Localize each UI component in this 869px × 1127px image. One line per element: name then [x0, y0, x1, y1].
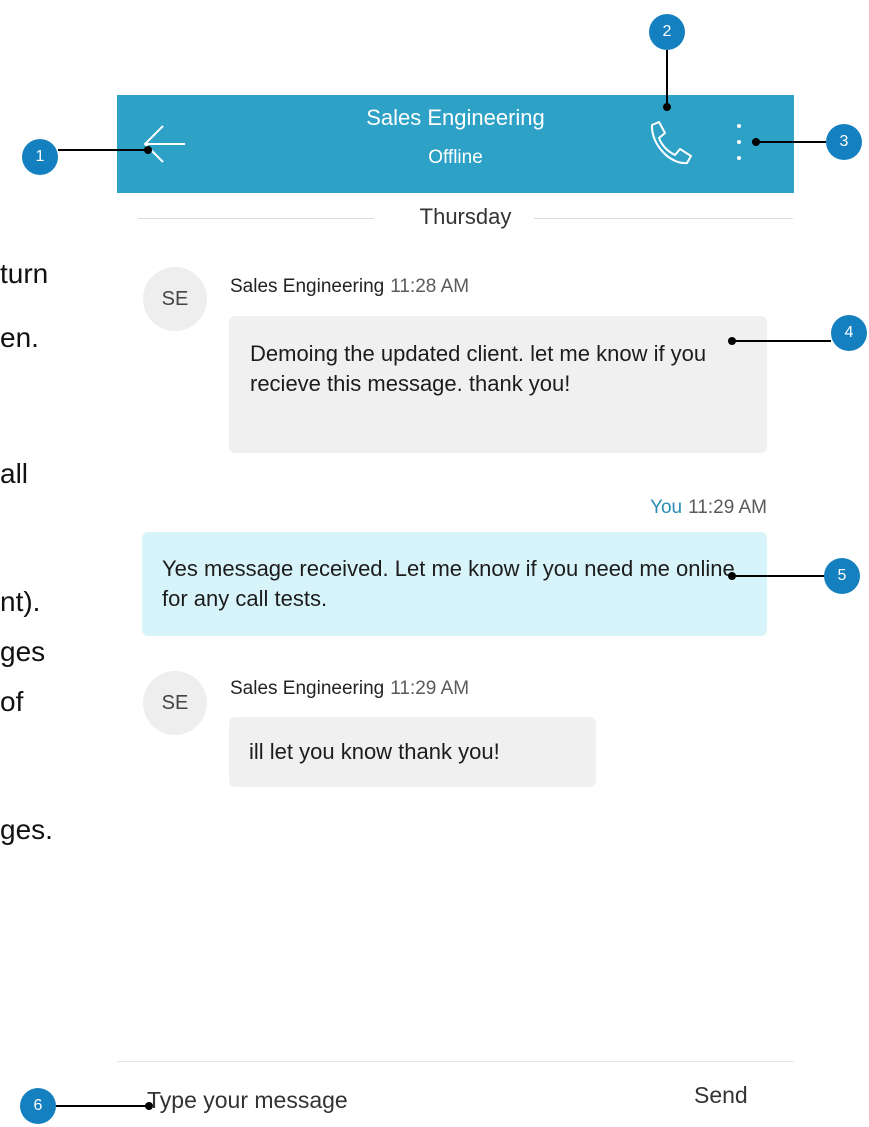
chat-header: Sales Engineering Offline — [117, 95, 794, 193]
side-text-fragment: en. — [0, 322, 39, 353]
callout-dot — [728, 337, 736, 345]
callout-leader — [757, 141, 826, 143]
callout-badge: 4 — [831, 315, 867, 351]
message-bubble-own[interactable]: Yes message received. Let me know if you… — [142, 532, 767, 636]
side-text-fragment: ges — [0, 636, 46, 667]
side-text-fragment: ges. — [0, 814, 53, 845]
message-time: 11:28 AM — [390, 276, 470, 297]
message-bubble[interactable]: ill let you know thank you! — [229, 717, 596, 787]
callout-leader — [733, 575, 824, 577]
day-separator: Thursday — [138, 204, 793, 232]
callout-leader — [56, 1105, 150, 1107]
callout-badge: 5 — [824, 558, 860, 594]
sender-name: Sales Engineering — [230, 276, 385, 297]
side-text-fragment: turn — [0, 258, 49, 289]
sender-name: Sales Engineering — [230, 678, 385, 699]
callout-leader — [58, 149, 148, 151]
avatar[interactable]: SE — [143, 267, 207, 331]
callout-dot — [663, 103, 671, 111]
side-text-fragment: of — [0, 686, 24, 717]
message-meta: You 11:29 AM — [612, 497, 767, 519]
callout-badge: 2 — [649, 14, 685, 50]
phone-icon[interactable] — [643, 117, 695, 169]
divider — [117, 1061, 794, 1062]
send-button[interactable]: Send — [694, 1082, 748, 1109]
side-text-fragment: all — [0, 458, 29, 489]
message-meta: Sales Engineering 11:28 AM — [230, 276, 469, 298]
message-time: 11:29 AM — [390, 678, 470, 699]
divider — [534, 218, 793, 219]
side-text-fragment: nt). — [0, 586, 41, 617]
callout-badge: 6 — [20, 1088, 56, 1124]
day-label: Thursday — [419, 204, 512, 229]
sender-name: You — [650, 497, 683, 518]
callout-leader — [733, 340, 831, 342]
callout-dot — [752, 138, 760, 146]
message-input[interactable] — [147, 1082, 567, 1118]
callout-leader — [666, 50, 668, 106]
callout-dot — [144, 146, 152, 154]
callout-badge: 3 — [826, 124, 862, 160]
message-bubble[interactable]: Demoing the updated client. let me know … — [229, 316, 767, 453]
more-vertical-icon[interactable] — [729, 121, 749, 163]
callout-badge: 1 — [22, 139, 58, 175]
avatar[interactable]: SE — [143, 671, 207, 735]
message-time: 11:29 AM — [688, 497, 767, 518]
message-meta: Sales Engineering 11:29 AM — [230, 678, 469, 700]
callout-dot — [728, 572, 736, 580]
callout-dot — [145, 1102, 153, 1110]
